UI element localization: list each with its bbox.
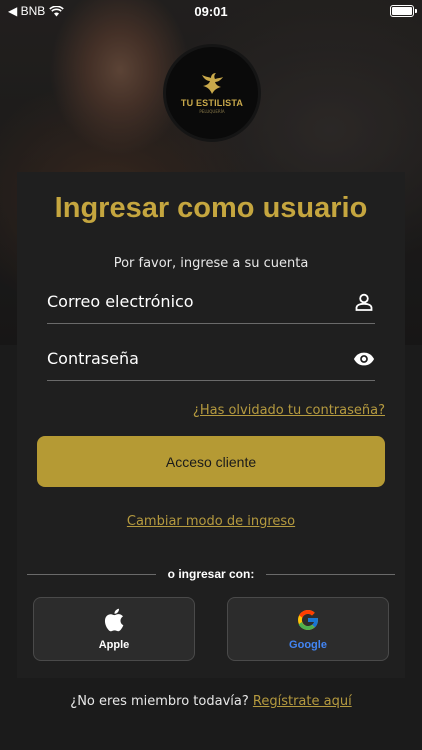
logo-name: TU ESTILISTA (180, 98, 244, 108)
password-field[interactable]: Contraseña (47, 337, 375, 381)
client-login-button[interactable]: Acceso cliente (37, 436, 385, 487)
brand-logo: TU ESTILISTA PELUQUERÍA (163, 44, 261, 142)
divider-text: o ingresar con: (167, 567, 255, 581)
email-field[interactable]: Correo electrónico (47, 280, 375, 324)
change-login-mode-link[interactable]: Cambiar modo de ingreso (17, 514, 405, 529)
register-prompt: ¿No eres miembro todavía? Regístrate aqu… (0, 694, 422, 709)
forgot-password-link[interactable]: ¿Has olvidado tu contraseña? (193, 403, 385, 418)
google-login-label: Google (289, 639, 327, 651)
apple-icon (104, 608, 124, 632)
apple-login-label: Apple (98, 639, 130, 651)
google-login-button[interactable]: Google (227, 597, 389, 661)
user-icon (353, 291, 375, 313)
register-prompt-text: ¿No eres miembro todavía? (70, 694, 249, 709)
phoenix-icon (202, 73, 223, 94)
apple-login-button[interactable]: Apple (33, 597, 195, 661)
page-title: Ingresar como usuario (54, 192, 368, 224)
register-link[interactable]: Regístrate aquí (253, 694, 352, 709)
status-time: 09:01 (194, 4, 228, 19)
email-field-label: Correo electrónico (47, 292, 194, 311)
login-subtitle: Por favor, ingrese a su cuenta (113, 256, 309, 271)
social-divider: o ingresar con: (27, 566, 395, 582)
password-field-label: Contraseña (47, 349, 139, 368)
status-bar: ◀ BNB 09:01 (0, 0, 422, 22)
google-icon (298, 610, 319, 630)
divider-line-right (266, 573, 395, 575)
divider-line-left (27, 573, 156, 575)
battery-icon (390, 5, 417, 17)
client-login-button-label: Acceso cliente (165, 453, 257, 470)
login-card: Ingresar como usuario Por favor, ingrese… (17, 172, 405, 678)
logo-subtitle: PELUQUERÍA (199, 109, 225, 114)
eye-icon[interactable] (353, 348, 375, 370)
